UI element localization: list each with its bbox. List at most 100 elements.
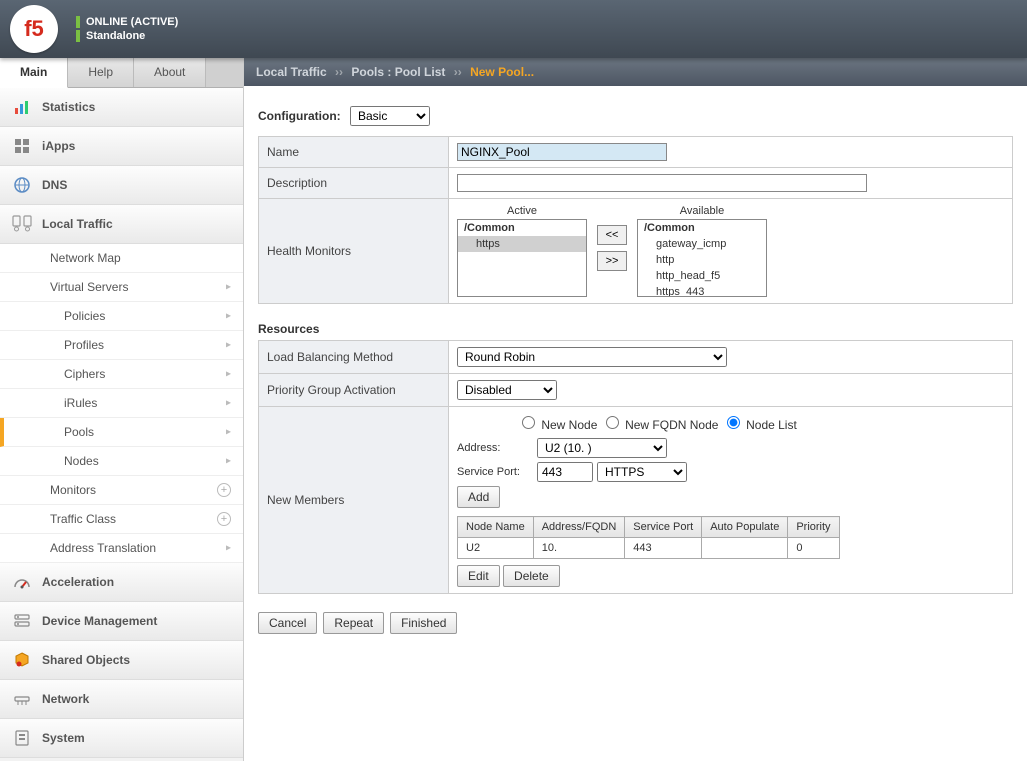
hm-available-item[interactable]: http_head_f5 xyxy=(638,268,766,284)
configuration-select[interactable]: Basic xyxy=(350,106,430,126)
status-standalone: Standalone xyxy=(86,30,145,42)
hm-active-title: Active xyxy=(507,205,537,217)
configuration-label: Configuration: xyxy=(258,109,341,123)
globe-icon xyxy=(12,175,32,195)
crumb-current: New Pool... xyxy=(470,65,534,79)
hm-available-item[interactable]: http xyxy=(638,252,766,268)
sub-profiles[interactable]: Profiles▸ xyxy=(0,331,243,360)
radio-node-list[interactable]: Node List xyxy=(722,418,797,432)
add-button[interactable]: Add xyxy=(457,486,500,508)
nav-dns[interactable]: DNS xyxy=(0,166,243,205)
address-label: Address: xyxy=(457,442,533,454)
sidebar-tabs: Main Help About xyxy=(0,58,243,88)
chevron-right-icon: ▸ xyxy=(226,340,231,351)
finished-button[interactable]: Finished xyxy=(390,612,457,634)
main-panel: Local Traffic ›› Pools : Pool List ›› Ne… xyxy=(244,58,1027,761)
nav-shared-objects[interactable]: Shared Objects xyxy=(0,641,243,680)
cancel-button[interactable]: Cancel xyxy=(258,612,317,634)
app-header: f5 ONLINE (ACTIVE) Standalone xyxy=(0,0,1027,58)
nav-statistics[interactable]: Statistics xyxy=(0,88,243,127)
sub-policies[interactable]: Policies▸ xyxy=(0,302,243,331)
chevron-right-icon: ▸ xyxy=(226,369,231,380)
servers-icon xyxy=(12,214,32,234)
health-monitors-label: Health Monitors xyxy=(259,199,449,304)
pga-label: Priority Group Activation xyxy=(259,374,449,407)
chevron-right-icon: ▸ xyxy=(226,398,231,409)
col-priority: Priority xyxy=(788,517,839,538)
sidebar: Main Help About Statistics iApps DNS xyxy=(0,58,244,761)
radio-new-node[interactable]: New Node xyxy=(517,418,597,432)
tab-main[interactable]: Main xyxy=(0,58,68,88)
service-port-input[interactable] xyxy=(537,462,593,482)
new-members-label: New Members xyxy=(259,407,449,594)
col-node-name: Node Name xyxy=(458,517,534,538)
nav-device-mgmt[interactable]: Device Management xyxy=(0,602,243,641)
hm-available-item[interactable]: gateway_icmp xyxy=(638,236,766,252)
service-port-proto-select[interactable]: HTTPS xyxy=(597,462,687,482)
table-row[interactable]: U2 10. 443 0 xyxy=(458,538,840,559)
delete-button[interactable]: Delete xyxy=(503,565,560,587)
description-label: Description xyxy=(259,168,449,199)
nav-system[interactable]: System xyxy=(0,719,243,758)
nav-network[interactable]: Network xyxy=(0,680,243,719)
nav-acceleration[interactable]: Acceleration xyxy=(0,563,243,602)
service-port-label: Service Port: xyxy=(457,466,533,478)
hm-available-item[interactable]: https_443 xyxy=(638,284,766,297)
description-input[interactable] xyxy=(457,174,867,192)
chevron-right-icon: ▸ xyxy=(226,543,231,554)
radio-new-fqdn[interactable]: New FQDN Node xyxy=(601,418,719,432)
tab-about[interactable]: About xyxy=(134,58,206,87)
repeat-button[interactable]: Repeat xyxy=(323,612,384,634)
sub-monitors[interactable]: Monitors+ xyxy=(0,476,243,505)
general-properties-table: Name Description Health Monitors Active xyxy=(258,136,1013,304)
resources-title: Resources xyxy=(258,322,1013,336)
objects-icon xyxy=(12,650,32,670)
members-table: Node Name Address/FQDN Service Port Auto… xyxy=(457,516,840,559)
tab-help[interactable]: Help xyxy=(68,58,134,87)
breadcrumb: Local Traffic ›› Pools : Pool List ›› Ne… xyxy=(244,58,1027,86)
plus-icon: + xyxy=(217,483,231,497)
status-block: ONLINE (ACTIVE) Standalone xyxy=(76,16,178,42)
name-input[interactable] xyxy=(457,143,667,161)
crumb-local-traffic[interactable]: Local Traffic xyxy=(256,65,327,79)
move-right-button[interactable]: >> xyxy=(597,251,627,271)
chevron-right-icon: ▸ xyxy=(226,456,231,467)
nav-iapps[interactable]: iApps xyxy=(0,127,243,166)
lb-method-label: Load Balancing Method xyxy=(259,341,449,374)
network-icon xyxy=(12,689,32,709)
col-service-port: Service Port xyxy=(625,517,702,538)
sub-pools[interactable]: Pools▸ xyxy=(0,418,243,447)
edit-button[interactable]: Edit xyxy=(457,565,500,587)
gauge-icon xyxy=(12,572,32,592)
hm-active-list[interactable]: /Common https xyxy=(457,219,587,297)
chevron-right-icon: ▸ xyxy=(226,282,231,293)
resources-table: Load Balancing Method Round Robin Priori… xyxy=(258,340,1013,594)
system-icon xyxy=(12,728,32,748)
apps-icon xyxy=(12,136,32,156)
sub-address-translation[interactable]: Address Translation▸ xyxy=(0,534,243,563)
hm-available-list[interactable]: /Common gateway_icmp http http_head_f5 h… xyxy=(637,219,767,297)
chevron-right-icon: ▸ xyxy=(226,311,231,322)
f5-logo: f5 xyxy=(10,5,58,53)
pga-select[interactable]: Disabled xyxy=(457,380,557,400)
sub-network-map[interactable]: Network Map xyxy=(0,244,243,273)
col-auto-populate: Auto Populate xyxy=(702,517,788,538)
status-online: ONLINE (ACTIVE) xyxy=(86,16,178,28)
hm-available-title: Available xyxy=(680,205,724,217)
chevron-right-icon: ▸ xyxy=(226,427,231,438)
sub-irules[interactable]: iRules▸ xyxy=(0,389,243,418)
name-label: Name xyxy=(259,137,449,168)
sub-traffic-class[interactable]: Traffic Class+ xyxy=(0,505,243,534)
address-select[interactable]: U2 (10. ) xyxy=(537,438,667,458)
sub-ciphers[interactable]: Ciphers▸ xyxy=(0,360,243,389)
sub-nodes[interactable]: Nodes▸ xyxy=(0,447,243,476)
local-traffic-submenu: Network Map Virtual Servers▸ Policies▸ P… xyxy=(0,244,243,563)
col-address: Address/FQDN xyxy=(533,517,625,538)
move-left-button[interactable]: << xyxy=(597,225,627,245)
plus-icon: + xyxy=(217,512,231,526)
lb-method-select[interactable]: Round Robin xyxy=(457,347,727,367)
nav-local-traffic[interactable]: Local Traffic xyxy=(0,205,243,244)
sub-virtual-servers[interactable]: Virtual Servers▸ xyxy=(0,273,243,302)
hm-active-item[interactable]: https xyxy=(458,236,586,252)
crumb-pools[interactable]: Pools : Pool List xyxy=(351,65,445,79)
